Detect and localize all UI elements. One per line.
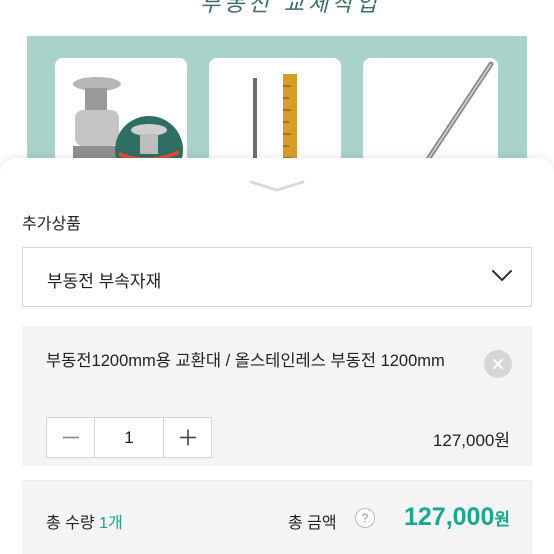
total-amount: 127,000원	[404, 503, 510, 532]
stainless-rod-image	[363, 58, 498, 170]
total-quantity-label: 총 수량	[46, 515, 95, 532]
selected-option-card: 부동전1200mm용 교환대 / 올스테인레스 부동전 1200mm 1 127…	[22, 326, 532, 466]
rotary-valve-image	[55, 58, 187, 170]
total-quantity: 총 수량 1개	[46, 509, 123, 533]
product-option-select[interactable]: 부동전 부속자재	[22, 247, 532, 307]
plus-icon	[180, 429, 196, 446]
order-summary: 총 수량 1개 총 금액 ? 127,000원	[22, 480, 532, 554]
brass-ruler-image	[209, 58, 341, 170]
minus-icon	[63, 436, 79, 439]
remove-option-button[interactable]	[484, 350, 512, 378]
banner-heading-text: 부동전 교체작업	[200, 0, 380, 17]
decrease-quantity-button[interactable]	[47, 418, 95, 457]
close-icon	[493, 359, 503, 369]
total-quantity-value: 1개	[99, 515, 123, 532]
total-amount-value: 127,000	[403, 503, 495, 531]
sheet-collapse-handle-icon[interactable]	[248, 178, 306, 192]
option-price: 127,000원	[432, 431, 510, 450]
product-image-banner: 부동전 교체작업	[0, 0, 554, 170]
quantity-stepper: 1	[46, 417, 212, 458]
total-amount-label: 총 금액	[288, 515, 337, 532]
quantity-input[interactable]: 1	[95, 418, 163, 457]
section-title: 추가상품	[22, 216, 81, 233]
option-name: 부동전1200mm용 교환대 / 올스테인레스 부동전 1200mm	[46, 352, 445, 370]
increase-quantity-button[interactable]	[163, 418, 211, 457]
banner-heading: 부동전 교체작업	[200, 0, 380, 22]
select-selected-value: 부동전 부속자재	[47, 272, 162, 291]
help-icon[interactable]: ?	[355, 508, 375, 528]
total-amount-unit: 원	[494, 510, 510, 529]
chevron-down-icon	[491, 268, 513, 282]
